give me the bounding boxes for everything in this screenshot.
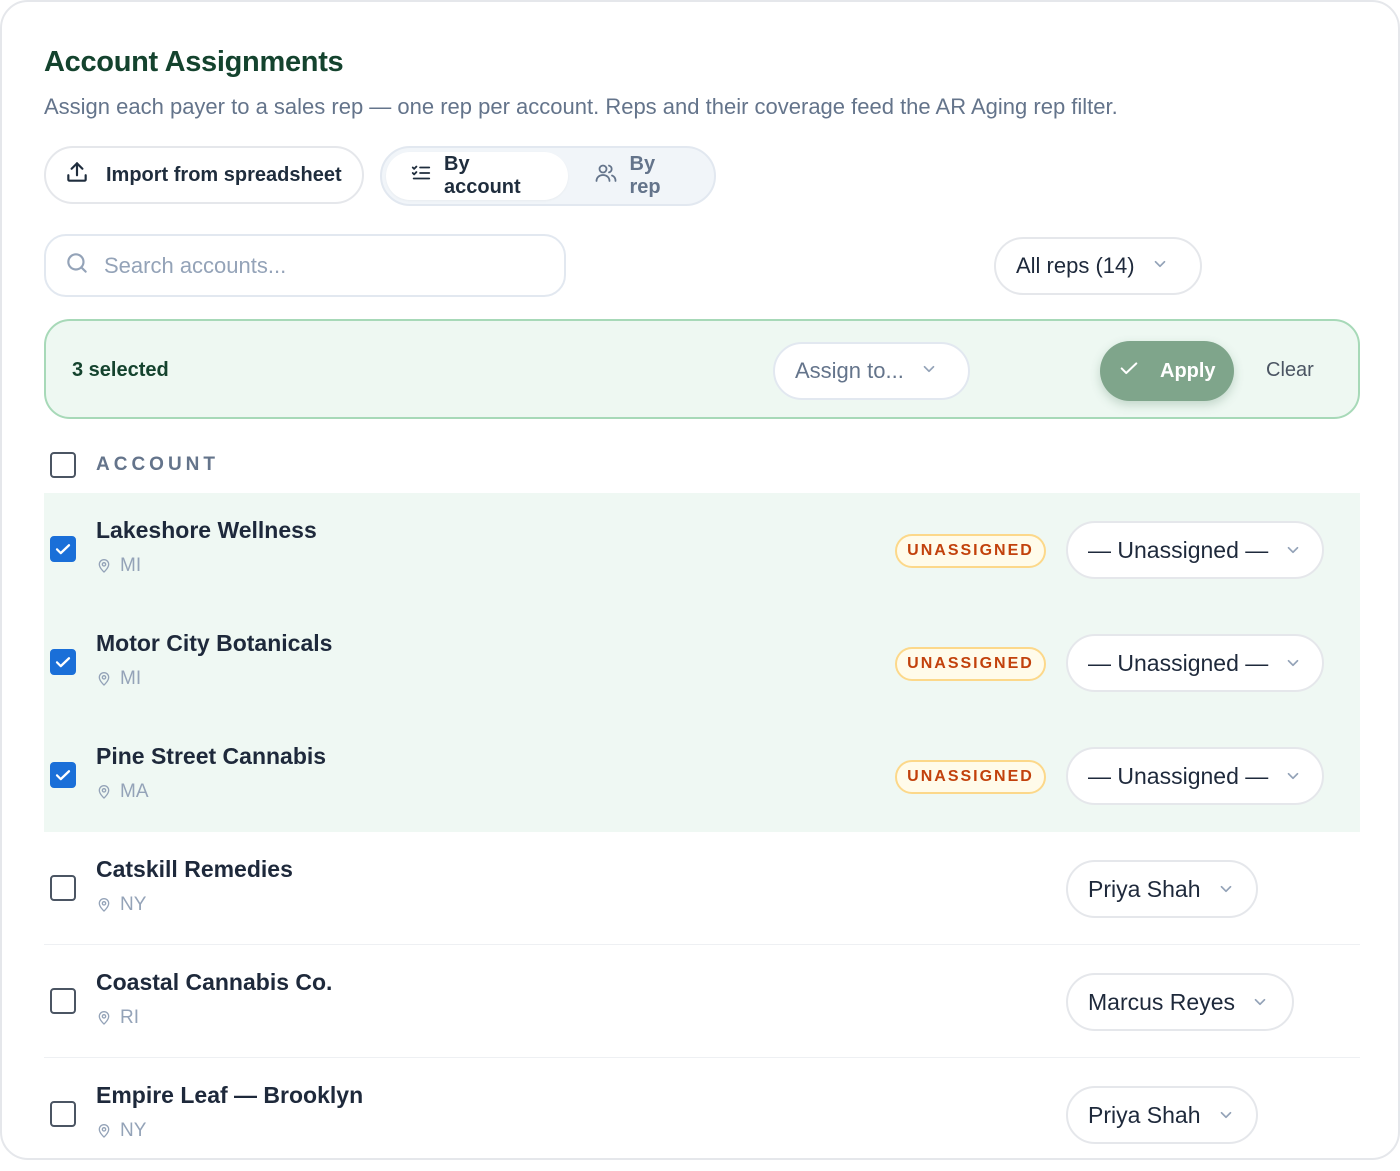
row-checkbox[interactable] — [50, 988, 76, 1014]
users-icon — [594, 161, 618, 191]
row-checkbox[interactable] — [50, 536, 76, 562]
account-name: Catskill Remedies — [96, 856, 293, 882]
rep-select-dropdown[interactable]: — Unassigned — — [1066, 521, 1324, 579]
search-icon — [64, 250, 90, 281]
account-location: NY — [96, 894, 146, 916]
list-check-icon — [410, 162, 432, 190]
account-name: Coastal Cannabis Co. — [96, 969, 333, 995]
account-state: MI — [120, 555, 142, 576]
rep-select-value: Priya Shah — [1088, 1101, 1201, 1128]
account-state: MI — [120, 668, 142, 689]
rep-select-value: Priya Shah — [1088, 875, 1201, 902]
apply-label: Apply — [1160, 359, 1216, 382]
chevron-down-icon — [1287, 772, 1299, 780]
bulk-selection-bar: 3 selected Assign to... Apply Clear — [44, 319, 1360, 419]
tab-by-rep-label: By rep — [629, 153, 661, 198]
row-checkbox[interactable] — [50, 649, 76, 675]
tab-by-rep[interactable]: By rep — [568, 152, 711, 200]
map-pin-icon — [98, 559, 110, 573]
table-row: Lakeshore Wellness MI UNASSIGNED — Unass… — [44, 493, 1360, 606]
account-location: MA — [96, 781, 149, 803]
map-pin-icon — [98, 1124, 110, 1138]
status-badge: UNASSIGNED — [895, 760, 1046, 794]
assign-to-dropdown[interactable]: Assign to... — [773, 342, 970, 400]
import-spreadsheet-label: Import from spreadsheet — [106, 163, 342, 186]
account-name: Empire Leaf — Brooklyn — [96, 1082, 364, 1108]
checkmark-icon — [55, 544, 71, 555]
account-name: Lakeshore Wellness — [96, 517, 317, 543]
apply-button[interactable]: Apply — [1100, 341, 1234, 401]
table-row: Catskill Remedies NY Priya Shah — [44, 832, 1360, 945]
account-location: RI — [96, 1007, 139, 1029]
table-row: Motor City Botanicals MI UNASSIGNED — Un… — [44, 606, 1360, 719]
table-row: Coastal Cannabis Co. RI Marcus Reyes — [44, 945, 1360, 1058]
table-row: Empire Leaf — Brooklyn NY Priya Shah — [44, 1058, 1360, 1171]
rep-filter-dropdown[interactable]: All reps (14) — [994, 237, 1202, 295]
account-location: MI — [96, 668, 141, 690]
map-pin-icon — [98, 785, 110, 799]
clear-button[interactable]: Clear — [1266, 359, 1314, 382]
rep-select-value: — Unassigned — — [1088, 536, 1269, 563]
account-name: Motor City Botanicals — [96, 630, 333, 656]
rep-select-value: — Unassigned — — [1088, 762, 1269, 789]
check-icon — [1118, 357, 1140, 385]
map-pin-icon — [98, 672, 110, 686]
map-pin-icon — [98, 1011, 110, 1025]
selected-count: 3 selected — [72, 359, 169, 381]
chevron-down-icon — [1220, 885, 1231, 893]
account-assignments-card: Account Assignments Assign each payer to… — [0, 0, 1400, 1160]
account-location: NY — [96, 1120, 146, 1142]
account-state: MA — [120, 781, 149, 802]
page-title: Account Assignments — [44, 46, 344, 78]
account-state: RI — [120, 1007, 139, 1028]
checkmark-icon — [55, 657, 71, 668]
chevron-down-icon — [1220, 1111, 1231, 1119]
status-badge: UNASSIGNED — [895, 647, 1046, 681]
chevron-down-icon — [1287, 659, 1299, 667]
select-all-checkbox[interactable] — [50, 452, 76, 478]
tab-by-account[interactable]: By account — [386, 152, 568, 200]
map-pin-icon — [98, 898, 110, 912]
column-header-account: ACCOUNT — [96, 454, 219, 475]
rep-select-dropdown[interactable]: — Unassigned — — [1066, 634, 1324, 692]
search-input[interactable] — [104, 252, 524, 279]
account-state: NY — [120, 1120, 147, 1141]
page-subtitle: Assign each payer to a sales rep — one r… — [44, 94, 1118, 119]
chevron-down-icon — [1151, 253, 1169, 279]
tab-by-account-label: By account — [444, 153, 521, 198]
rep-select-value: Marcus Reyes — [1088, 988, 1235, 1015]
chevron-down-icon — [920, 358, 938, 384]
rep-select-dropdown[interactable]: Priya Shah — [1066, 1086, 1258, 1144]
rep-filter-value: All reps (14) — [1016, 253, 1135, 278]
status-badge: UNASSIGNED — [895, 534, 1046, 568]
account-name: Pine Street Cannabis — [96, 743, 327, 769]
rep-select-value: — Unassigned — — [1088, 649, 1269, 676]
view-toggle: By account By rep — [380, 146, 716, 206]
chevron-down-icon — [1287, 546, 1299, 554]
row-checkbox[interactable] — [50, 875, 76, 901]
checkmark-icon — [55, 770, 71, 781]
assign-to-placeholder: Assign to... — [795, 358, 904, 383]
rep-select-dropdown[interactable]: Priya Shah — [1066, 860, 1258, 918]
table-row: Pine Street Cannabis MA UNASSIGNED — Una… — [44, 719, 1360, 832]
account-location: MI — [96, 555, 141, 577]
row-checkbox[interactable] — [50, 1101, 76, 1127]
row-checkbox[interactable] — [50, 762, 76, 788]
account-state: NY — [120, 894, 147, 915]
import-spreadsheet-button[interactable]: Import from spreadsheet — [44, 146, 364, 204]
search-box — [44, 234, 566, 297]
rep-select-dropdown[interactable]: Marcus Reyes — [1066, 973, 1294, 1031]
upload-icon — [64, 159, 90, 191]
chevron-down-icon — [1254, 998, 1266, 1006]
rep-select-dropdown[interactable]: — Unassigned — — [1066, 747, 1324, 805]
